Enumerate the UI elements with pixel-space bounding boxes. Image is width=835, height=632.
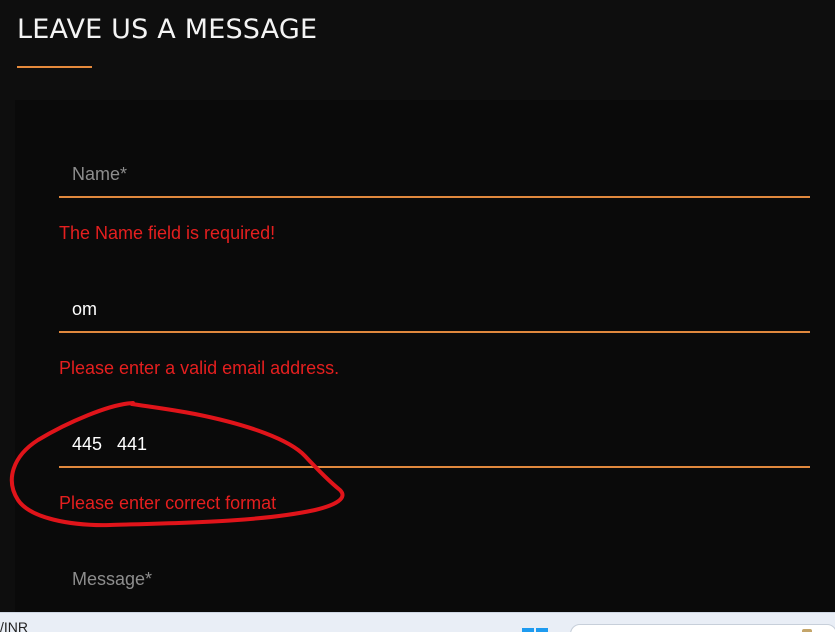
email-input-value: om [72, 299, 98, 319]
email-input[interactable]: om [59, 289, 810, 333]
windows-start-icon[interactable] [522, 628, 550, 632]
name-error-message: The Name field is required! [59, 223, 276, 243]
phone-input[interactable]: 445 441 [59, 424, 810, 468]
phone-error-message: Please enter correct format [59, 493, 277, 513]
heading-underline [17, 66, 92, 68]
phone-input-value: 445 441 [72, 434, 148, 454]
windows-logo-tile [522, 628, 534, 632]
windows-logo-tile [536, 628, 548, 632]
page: LEAVE US A MESSAGE Name* The Name field … [0, 0, 835, 632]
name-input[interactable]: Name* [59, 154, 810, 198]
message-textarea-placeholder: Message* [72, 569, 153, 589]
message-textarea[interactable]: Message* [59, 559, 810, 603]
taskbar-currency-text: /INR [0, 619, 28, 632]
windows-taskbar: /INR [0, 612, 835, 632]
taskbar-search-box[interactable] [570, 624, 835, 632]
email-error-message: Please enter a valid email address. [59, 358, 340, 378]
name-input-placeholder: Name* [72, 164, 128, 184]
section-heading: LEAVE US A MESSAGE [17, 14, 318, 45]
